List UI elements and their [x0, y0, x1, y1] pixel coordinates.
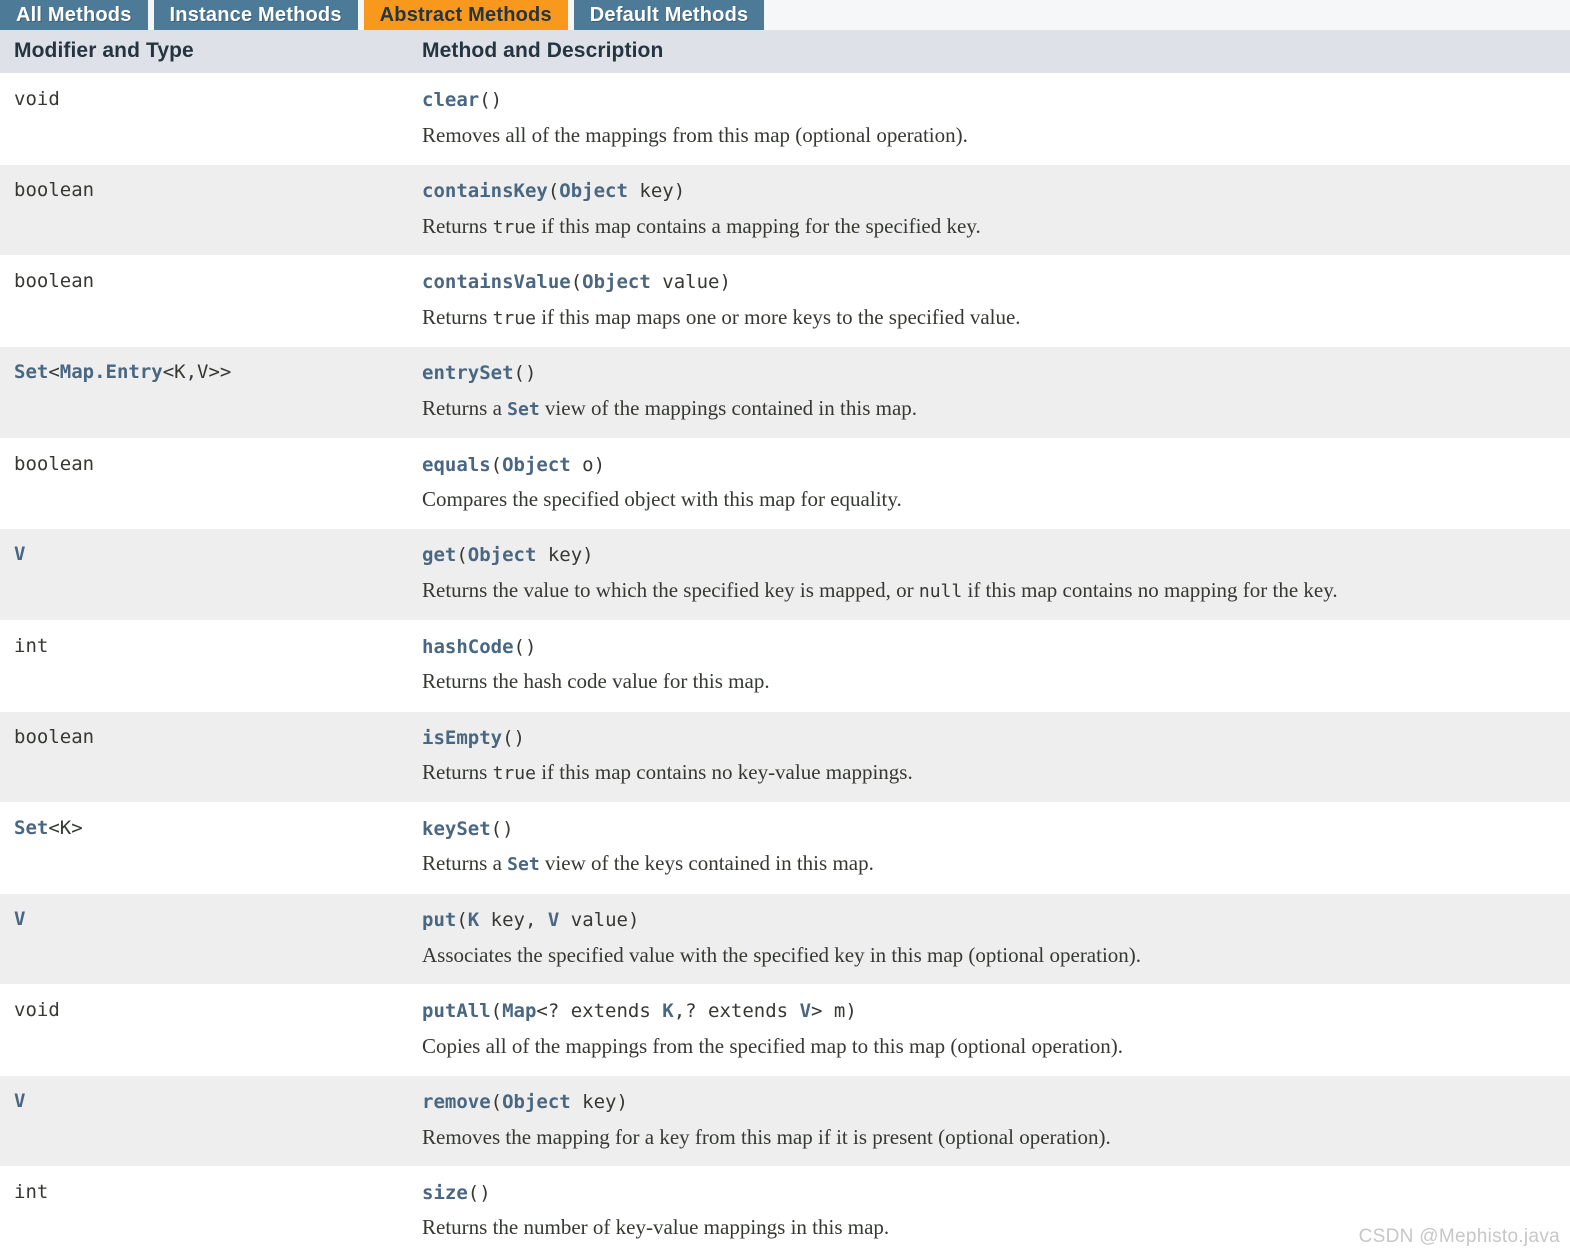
method-return-type-cell: int	[0, 1165, 412, 1252]
column-header-modifier-and-type: Modifier and Type	[0, 30, 412, 74]
table-row: Vput(K key, V value) Associates the speci…	[0, 892, 1570, 985]
table-row: Set<Map.Entry<K,V>> entrySet() Returns a S…	[0, 346, 1570, 438]
method-return-type: boolean	[14, 725, 95, 748]
method-signature-link[interactable]: containsValue(Object value)	[422, 270, 1566, 295]
method-description-cell: entrySet() Returns a Set view of the mapp…	[412, 346, 1570, 438]
method-signature-link[interactable]: size()	[422, 1181, 1566, 1206]
table-row: void clear() Removes all of the mappings f…	[0, 73, 1570, 165]
method-return-type: int	[14, 1180, 49, 1203]
method-description-text: Returns the hash code value for this map…	[422, 669, 770, 694]
method-return-type: Set<K>	[14, 816, 83, 839]
method-return-type-cell: boolean	[0, 437, 412, 529]
table-row: boolean equals(Object o) Compares the spec…	[0, 437, 1570, 529]
method-description-text: Associates the specified value with the …	[422, 942, 1142, 967]
method-return-type: V	[14, 907, 26, 930]
method-return-type-cell: Set<K>	[0, 801, 412, 894]
tab-all-methods[interactable]: All Methods	[0, 0, 148, 30]
method-return-type-cell: boolean	[0, 163, 412, 256]
column-header-method-and-description: Method and Description	[412, 30, 1570, 74]
method-return-type: V	[14, 1089, 26, 1112]
method-return-type-cell: boolean	[0, 255, 412, 347]
method-description-text: Compares the specified object with this …	[422, 487, 902, 512]
method-description-cell: containsValue(Object value) Returns true …	[412, 255, 1570, 347]
table-row: void putAll(Map<? extends K,? extends V> …	[0, 983, 1570, 1076]
method-return-type-cell: V	[0, 892, 412, 985]
method-return-type-cell: Set<Map.Entry<K,V>>	[0, 346, 412, 438]
javadoc-method-summary-page: All Methods Instance Methods Abstract Meth…	[0, 0, 1570, 1252]
method-description-text: Copies all of the mappings from the spec…	[422, 1033, 1124, 1058]
method-signature-link[interactable]: get(Object key)	[422, 543, 1566, 568]
table-row: Set<K> keySet() Returns a Set view of the …	[0, 801, 1570, 894]
method-return-type: V	[14, 543, 26, 566]
method-description-text: Removes the mapping for a key from this …	[422, 1124, 1111, 1149]
method-signature-link[interactable]: equals(Object o)	[422, 453, 1566, 478]
watermark: CSDN @Mephisto.java	[1358, 1226, 1560, 1247]
method-return-type-cell: V	[0, 528, 412, 621]
method-return-type: boolean	[14, 452, 95, 475]
table-row: Vremove(Object key) Removes the mapping f…	[0, 1074, 1570, 1167]
method-return-type-cell: int	[0, 619, 412, 712]
tab-abstract-methods[interactable]: Abstract Methods	[363, 0, 568, 30]
method-signature-link[interactable]: clear()	[422, 88, 1566, 113]
method-description-text: Returns the value to which the specified…	[422, 578, 1338, 603]
method-return-type: boolean	[14, 270, 95, 293]
table-row: boolean containsValue(Object value) Return…	[0, 255, 1570, 347]
tab-instance-methods[interactable]: Instance Methods	[153, 0, 358, 30]
table-row: int size() Returns the number of key-value…	[0, 1165, 1570, 1252]
method-description-cell: hashCode() Returns the hash code value fo…	[412, 619, 1570, 712]
method-signature-link[interactable]: putAll(Map<? extends K,? extends V> m)	[422, 999, 1566, 1024]
method-signature-link[interactable]: isEmpty()	[422, 726, 1566, 751]
method-signature-link[interactable]: put(K key, V value)	[422, 908, 1566, 933]
table-row: Vget(Object key) Returns the value to whi…	[0, 528, 1570, 621]
method-return-type: void	[14, 998, 60, 1021]
table-row: int hashCode() Returns the hash code value…	[0, 619, 1570, 712]
method-description-cell: keySet() Returns a Set view of the keys c…	[412, 801, 1570, 894]
method-return-type-cell: V	[0, 1074, 412, 1167]
method-summary-table: Modifier and Type Method and Description…	[0, 30, 1570, 1252]
method-signature-link[interactable]: remove(Object key)	[422, 1090, 1566, 1115]
table-row: boolean isEmpty() Returns true if this map…	[0, 710, 1570, 803]
method-description-cell: isEmpty() Returns true if this map contai…	[412, 710, 1570, 803]
tab-default-methods[interactable]: Default Methods	[573, 0, 765, 30]
method-return-type: int	[14, 634, 49, 657]
method-filter-tabs: All Methods Instance Methods Abstract Meth…	[0, 0, 1570, 30]
method-description-cell: get(Object key) Returns the value to whic…	[412, 528, 1570, 621]
method-signature-link[interactable]: entrySet()	[422, 361, 1566, 386]
method-return-type: Set<Map.Entry<K,V>>	[14, 361, 232, 384]
tab-strip-filler	[764, 0, 1570, 30]
method-description-text: Returns true if this map maps one or mor…	[422, 304, 1021, 329]
method-description-text: Returns a Set view of the mappings conta…	[422, 396, 918, 420]
method-description-text: Returns true if this map contains no key…	[422, 760, 913, 785]
method-signature-link[interactable]: hashCode()	[422, 635, 1566, 660]
table-row: boolean containsKey(Object key) Returns tr…	[0, 163, 1570, 256]
table-header-row: Modifier and Type Method and Description	[0, 30, 1570, 74]
method-description-text: Returns true if this map contains a mapp…	[422, 213, 981, 238]
method-return-type-cell: boolean	[0, 710, 412, 803]
method-return-type: void	[14, 88, 60, 110]
method-description-cell: equals(Object o) Compares the specified o…	[412, 437, 1570, 529]
method-description-text: Removes all of the mappings from this ma…	[422, 122, 968, 147]
method-description-cell: clear() Removes all of the mappings from …	[412, 73, 1570, 165]
method-signature-link[interactable]: keySet()	[422, 817, 1566, 842]
method-description-cell: put(K key, V value) Associates the specif…	[412, 892, 1570, 985]
method-description-cell: putAll(Map<? extends K,? extends V> m) Co…	[412, 983, 1570, 1076]
method-description-cell: remove(Object key) Removes the mapping fo…	[412, 1074, 1570, 1167]
method-description-text: Returns a Set view of the keys contained…	[422, 851, 874, 876]
method-return-type-cell: void	[0, 983, 412, 1076]
method-return-type-cell: void	[0, 73, 412, 165]
method-return-type: boolean	[14, 178, 95, 201]
method-description-cell: containsKey(Object key) Returns true if t…	[412, 163, 1570, 256]
method-signature-link[interactable]: containsKey(Object key)	[422, 179, 1566, 204]
